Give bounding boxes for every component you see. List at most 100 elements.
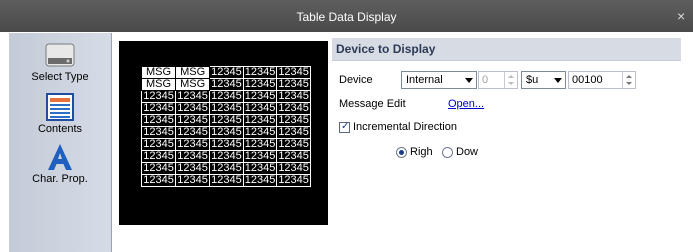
settings-panel: Device to Display Device Internal 0 $u 0… bbox=[332, 38, 693, 252]
preview-cell: 12345 bbox=[175, 114, 211, 127]
preview-cell: 12345 bbox=[140, 150, 177, 163]
preview-cell: 12345 bbox=[242, 78, 278, 91]
preview-cell: 12345 bbox=[242, 114, 278, 127]
preview-cell: 12345 bbox=[175, 90, 211, 103]
preview-row: 12345 12345 12345 12345 12345 bbox=[140, 174, 311, 187]
device-icon bbox=[45, 43, 75, 67]
preview-cell: 12345 bbox=[276, 138, 311, 151]
preview-cell: 12345 bbox=[209, 66, 244, 79]
contents-icon bbox=[46, 93, 74, 121]
preview-cell: 12345 bbox=[242, 162, 278, 175]
preview-cell: 12345 bbox=[175, 126, 211, 139]
preview-cell: 12345 bbox=[175, 162, 211, 175]
device-address-stepper[interactable]: 00100 bbox=[568, 71, 636, 89]
preview-cell: 12345 bbox=[242, 150, 278, 163]
incremental-direction-checkbox[interactable]: ✓ bbox=[339, 121, 350, 133]
preview-row: MSG MSG 12345 12345 12345 bbox=[140, 66, 311, 79]
preview-cell: 12345 bbox=[175, 102, 211, 115]
device-prefix-value: $u bbox=[526, 74, 539, 86]
preview-cell: 12345 bbox=[276, 162, 311, 175]
preview-cell: 12345 bbox=[276, 174, 311, 187]
preview-cell: 12345 bbox=[209, 126, 244, 139]
preview-grid: MSG MSG 12345 12345 12345 MSG MSG 12345 12345 123… bbox=[140, 66, 311, 187]
close-icon[interactable]: × bbox=[677, 8, 691, 24]
preview-row: 12345 12345 12345 12345 12345 bbox=[140, 102, 311, 115]
chevron-down-icon bbox=[554, 78, 562, 83]
preview-cell: MSG bbox=[175, 66, 211, 79]
preview-row: 12345 12345 12345 12345 12345 bbox=[140, 150, 311, 163]
message-edit-label: Message Edit bbox=[339, 98, 406, 110]
preview-cell: 12345 bbox=[209, 150, 244, 163]
preview-cell: 12345 bbox=[175, 174, 211, 187]
preview-row: 12345 12345 12345 12345 12345 bbox=[140, 90, 311, 103]
device-address-value: 00100 bbox=[572, 74, 603, 86]
sidebar-item-select-type[interactable]: Select Type bbox=[9, 41, 111, 85]
sidebar-item-label: Select Type bbox=[31, 71, 89, 83]
preview-cell: 12345 bbox=[209, 102, 244, 115]
device-type-value: Internal bbox=[406, 74, 443, 86]
preview-cell: 12345 bbox=[140, 138, 177, 151]
sidebar-item-label: Char. Prop. bbox=[32, 173, 88, 185]
incremental-direction-label: Incremental Direction bbox=[353, 121, 457, 133]
preview-cell: MSG bbox=[140, 78, 177, 91]
preview-cell: 12345 bbox=[276, 114, 311, 127]
preview-cell: 12345 bbox=[242, 126, 278, 139]
preview-cell: 12345 bbox=[140, 114, 177, 127]
preview-cell: 12345 bbox=[242, 138, 278, 151]
device-number-stepper[interactable]: 0 bbox=[478, 71, 518, 89]
preview-row: 12345 12345 12345 12345 12345 bbox=[140, 162, 311, 175]
preview-cell: 12345 bbox=[242, 102, 278, 115]
sidebar-item-label: Contents bbox=[37, 123, 83, 135]
preview-cell: 12345 bbox=[242, 66, 278, 79]
sidebar-item-contents[interactable]: Contents bbox=[9, 93, 111, 137]
preview-cell: 12345 bbox=[276, 150, 311, 163]
preview-cell: 12345 bbox=[242, 90, 278, 103]
device-number-value: 0 bbox=[482, 74, 489, 86]
preview-cell: 12345 bbox=[276, 66, 311, 79]
preview-row: MSG MSG 12345 12345 12345 bbox=[140, 78, 311, 91]
preview-cell: 12345 bbox=[209, 114, 244, 127]
device-prefix-select[interactable]: $u bbox=[521, 71, 566, 89]
letter-a-icon bbox=[48, 144, 72, 170]
sidebar-item-char-prop[interactable]: Char. Prop. bbox=[9, 143, 111, 187]
preview-cell: 12345 bbox=[140, 102, 177, 115]
radio-selected-dot bbox=[399, 150, 404, 155]
device-label: Device bbox=[339, 74, 373, 86]
preview-cell: 12345 bbox=[209, 138, 244, 151]
preview-cell: MSG bbox=[140, 66, 177, 79]
preview-cell: 12345 bbox=[276, 102, 311, 115]
preview-row: 12345 12345 12345 12345 12345 bbox=[140, 114, 311, 127]
preview-cell: 12345 bbox=[175, 138, 211, 151]
open-link[interactable]: Open... bbox=[448, 98, 484, 110]
preview-cell: MSG bbox=[175, 78, 211, 91]
window-title: Table Data Display bbox=[296, 10, 397, 24]
title-bar: Table Data Display × bbox=[0, 0, 693, 32]
preview-cell: 12345 bbox=[140, 174, 177, 187]
preview-cell: 12345 bbox=[209, 78, 244, 91]
chevron-down-icon bbox=[465, 78, 473, 83]
direction-right-radio[interactable] bbox=[396, 147, 407, 158]
preview-cell: 12345 bbox=[276, 90, 311, 103]
section-header: Device to Display bbox=[332, 38, 681, 61]
direction-down-label: Dow bbox=[456, 146, 479, 158]
preview-cell: 12345 bbox=[209, 174, 244, 187]
section-title: Device to Display bbox=[336, 42, 436, 56]
direction-down-radio[interactable] bbox=[442, 147, 453, 158]
direction-right-label: Righ bbox=[410, 146, 433, 158]
preview-cell: 12345 bbox=[140, 90, 177, 103]
preview-row: 12345 12345 12345 12345 12345 bbox=[140, 138, 311, 151]
preview-cell: 12345 bbox=[276, 126, 311, 139]
device-type-select[interactable]: Internal bbox=[401, 71, 477, 89]
preview-cell: 12345 bbox=[209, 90, 244, 103]
preview-cell: 12345 bbox=[140, 162, 177, 175]
preview-cell: 12345 bbox=[175, 150, 211, 163]
stepper-buttons[interactable] bbox=[622, 72, 635, 88]
sidebar: Select Type Contents Char. Prop. bbox=[9, 33, 112, 252]
preview-cell: 12345 bbox=[242, 174, 278, 187]
stepper-buttons[interactable] bbox=[504, 72, 517, 88]
table-preview: MSG MSG 12345 12345 12345 MSG MSG 12345 12345 123… bbox=[119, 41, 328, 225]
preview-cell: 12345 bbox=[209, 162, 244, 175]
preview-row: 12345 12345 12345 12345 12345 bbox=[140, 126, 311, 139]
table-data-display-window: Table Data Display × Select Type Content… bbox=[0, 0, 693, 252]
checkmark-icon: ✓ bbox=[341, 121, 350, 132]
